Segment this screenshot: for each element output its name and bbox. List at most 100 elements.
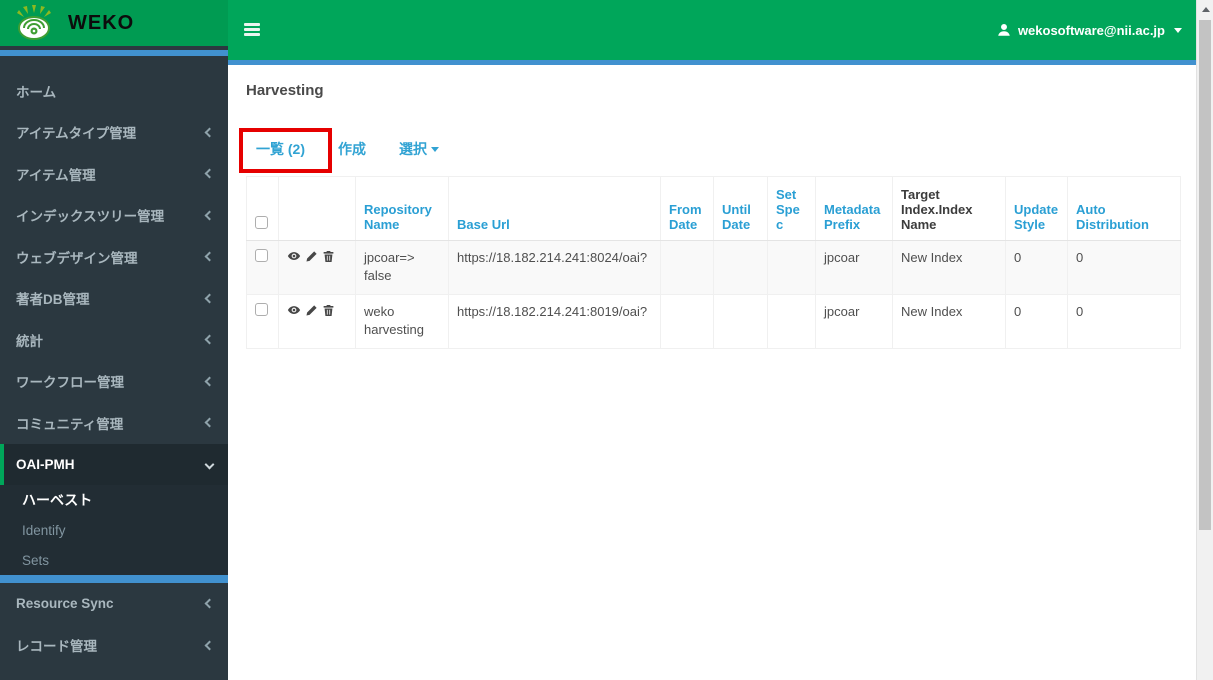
- sidebar-item-community-mgmt[interactable]: コミュニティ管理: [0, 402, 228, 444]
- sidebar-item-oai-pmh[interactable]: OAI-PMH: [0, 443, 228, 485]
- sidebar-item-label: Resource Sync: [16, 596, 114, 612]
- col-from-date: From Date: [660, 176, 714, 241]
- sort-set-spec-link[interactable]: Set Spec: [776, 187, 800, 232]
- scrollbar-up-button[interactable]: [1197, 0, 1213, 18]
- sidebar-item-record-mgmt[interactable]: レコード管理: [0, 625, 228, 667]
- cell-repository-name: jpcoar=> false: [355, 240, 449, 295]
- sort-base-url-link[interactable]: Base Url: [457, 217, 510, 232]
- cell-until-date: [713, 240, 768, 295]
- pencil-icon[interactable]: [305, 304, 318, 317]
- caret-down-icon: [1174, 27, 1182, 33]
- sidebar-item-label: インデックスツリー管理: [16, 209, 165, 225]
- sidebar-item-webdesign-mgmt[interactable]: ウェブデザイン管理: [0, 236, 228, 278]
- cell-set-spec: [767, 294, 816, 349]
- sidebar-subitem-label: Identify: [22, 522, 66, 538]
- sidebar-subitem-harvest[interactable]: ハーベスト: [0, 485, 228, 515]
- trash-icon[interactable]: [322, 250, 335, 263]
- sort-until-date-link[interactable]: Until Date: [722, 202, 751, 232]
- cell-target-index: New Index: [892, 294, 1006, 349]
- sidebar-item-label: アイテム管理: [16, 167, 96, 183]
- chevron-left-icon: [204, 417, 215, 428]
- cell-update-style: 0: [1005, 294, 1068, 349]
- weko-logo-icon: [17, 5, 51, 40]
- sidebar-nav: ホーム アイテムタイプ管理 アイテム管理 インデックスツリー管理 ウェブデザイン…: [0, 70, 228, 680]
- sidebar-item-label: ワークフロー管理: [16, 375, 124, 391]
- user-menu[interactable]: wekosoftware@nii.ac.jp: [997, 0, 1182, 60]
- tab-select-dropdown[interactable]: 選択: [399, 139, 439, 159]
- tab-list[interactable]: 一覧 (2): [256, 139, 305, 159]
- col-set-spec: Set Spec: [767, 176, 816, 241]
- col-metadata-prefix: Metadata Prefix: [815, 176, 893, 241]
- oai-pmh-submenu: ハーベスト Identify Sets: [0, 485, 228, 575]
- top-navbar: wekosoftware@nii.ac.jp: [228, 0, 1196, 60]
- brand-name: WEKO: [68, 11, 135, 34]
- sort-update-style-link[interactable]: Update Style: [1014, 202, 1058, 232]
- sidebar-subitem-label: Sets: [22, 552, 50, 568]
- logo-area[interactable]: WEKO: [0, 0, 228, 46]
- sidebar-item-resource-sync[interactable]: Resource Sync: [0, 583, 228, 625]
- table-row: jpcoar=> false https://18.182.214.241:80…: [246, 240, 1181, 295]
- user-email: wekosoftware@nii.ac.jp: [1017, 22, 1165, 38]
- cell-set-spec: [767, 240, 816, 295]
- row-checkbox[interactable]: [255, 249, 268, 262]
- cell-base-url: https://18.182.214.241:8024/oai?: [448, 240, 661, 295]
- sidebar-item-mail-settings-clipped[interactable]: メール設定: [0, 666, 228, 680]
- sidebar-item-label: コミュニティ管理: [16, 416, 124, 432]
- row-checkbox[interactable]: [255, 303, 268, 316]
- trash-icon[interactable]: [322, 304, 335, 317]
- sidebar-item-authordb-mgmt[interactable]: 著者DB管理: [0, 278, 228, 320]
- chevron-down-icon: [204, 459, 215, 470]
- main-content: Harvesting 一覧 (2) 作成 選択 Repository Name: [228, 65, 1196, 680]
- col-base-url: Base Url: [448, 176, 661, 241]
- page-title: Harvesting: [246, 82, 324, 99]
- tab-select-label: 選択: [399, 141, 427, 157]
- col-select: [246, 176, 279, 241]
- cell-from-date: [660, 240, 714, 295]
- chevron-left-icon: [204, 210, 215, 221]
- table-row: weko harvesting https://18.182.214.241:8…: [246, 294, 1181, 349]
- sidebar-item-indextree-mgmt[interactable]: インデックスツリー管理: [0, 195, 228, 237]
- sidebar-item-itemtype-mgmt[interactable]: アイテムタイプ管理: [0, 112, 228, 154]
- col-until-date: Until Date: [713, 176, 768, 241]
- cell-metadata-prefix: jpcoar: [815, 294, 893, 349]
- col-repository-name: Repository Name: [355, 176, 449, 241]
- arrow-up-icon: [1201, 6, 1210, 12]
- col-target-index: Target Index.Index Name: [892, 176, 1006, 241]
- sidebar-item-label: 統計: [16, 333, 43, 349]
- chevron-left-icon: [204, 598, 215, 609]
- sidebar-subitem-label: ハーベスト: [22, 492, 93, 508]
- sidebar-subitem-sets[interactable]: Sets: [0, 545, 228, 575]
- row-actions: [287, 303, 347, 317]
- pencil-icon[interactable]: [305, 250, 318, 263]
- chevron-left-icon: [204, 334, 215, 345]
- vertical-scrollbar[interactable]: [1196, 0, 1213, 680]
- scrollbar-thumb[interactable]: [1199, 20, 1211, 530]
- sidebar-item-item-mgmt[interactable]: アイテム管理: [0, 153, 228, 195]
- sort-metadata-prefix-link[interactable]: Metadata Prefix: [824, 202, 880, 232]
- sidebar-subitem-identify[interactable]: Identify: [0, 515, 228, 545]
- cell-repository-name: weko harvesting: [355, 294, 449, 349]
- cell-auto-distribution: 0: [1067, 294, 1181, 349]
- sidebar-item-label: レコード管理: [16, 639, 97, 655]
- eye-icon[interactable]: [287, 249, 301, 263]
- sidebar: ホーム アイテムタイプ管理 アイテム管理 インデックスツリー管理 ウェブデザイン…: [0, 46, 228, 680]
- tab-create[interactable]: 作成: [338, 139, 366, 159]
- sort-auto-distribution-link[interactable]: Auto Distribution: [1076, 202, 1149, 232]
- sort-repository-name-link[interactable]: Repository Name: [364, 202, 432, 232]
- col-update-style: Update Style: [1005, 176, 1068, 241]
- eye-icon[interactable]: [287, 303, 301, 317]
- cell-target-index: New Index: [892, 240, 1006, 295]
- table-header-row: Repository Name Base Url From Date Until…: [246, 176, 1181, 241]
- sidebar-item-workflow-mgmt[interactable]: ワークフロー管理: [0, 361, 228, 403]
- sort-from-date-link[interactable]: From Date: [669, 202, 702, 232]
- sidebar-item-statistics[interactable]: 統計: [0, 319, 228, 361]
- caret-down-icon: [431, 146, 439, 152]
- cell-metadata-prefix: jpcoar: [815, 240, 893, 295]
- select-all-checkbox[interactable]: [255, 216, 268, 229]
- sidebar-accent-line: [0, 50, 228, 56]
- sidebar-item-home[interactable]: ホーム: [0, 70, 228, 112]
- sidebar-item-label: アイテムタイプ管理: [16, 126, 137, 142]
- hamburger-icon[interactable]: [244, 23, 260, 36]
- harvesting-table: Repository Name Base Url From Date Until…: [246, 176, 1181, 349]
- sidebar-item-label: ウェブデザイン管理: [16, 250, 138, 266]
